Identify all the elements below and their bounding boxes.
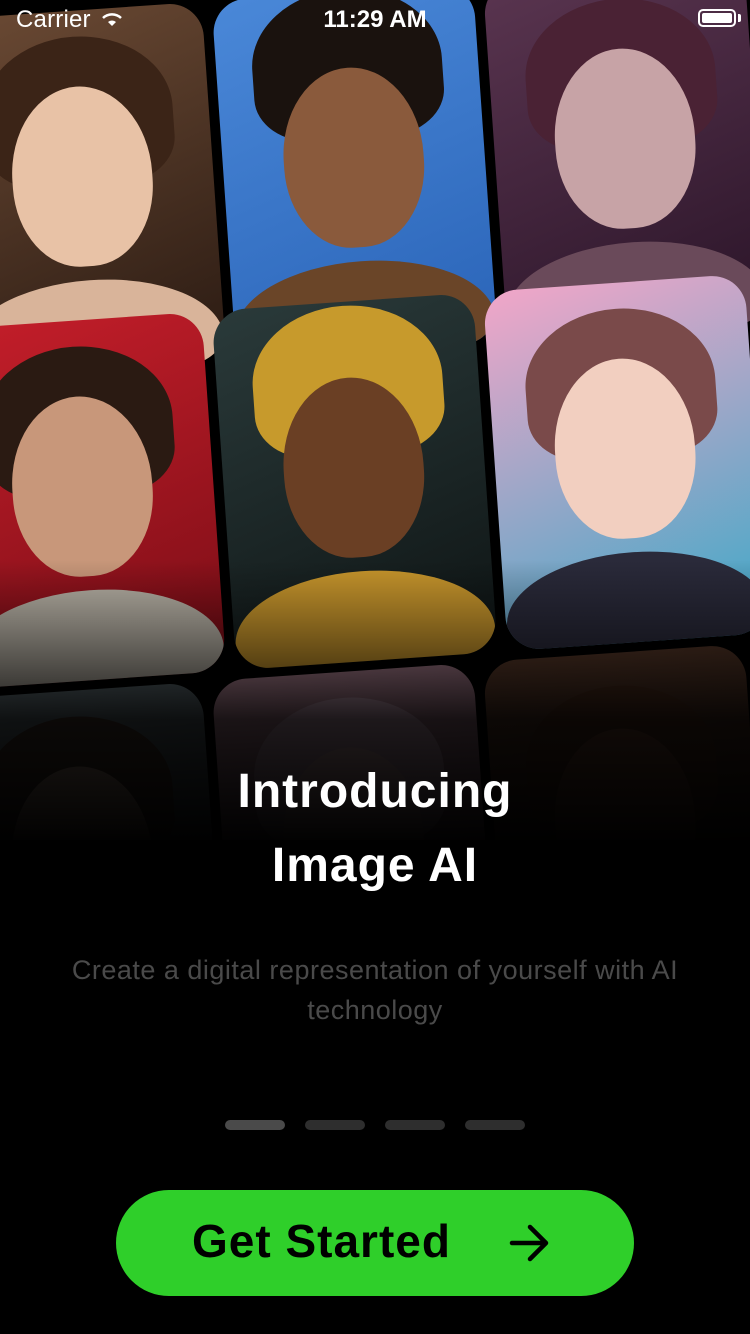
onboarding-title-line-1: Introducing — [237, 765, 513, 818]
get-started-button[interactable]: Get Started — [116, 1190, 634, 1296]
onboarding-subtitle: Create a digital representation of yours… — [71, 955, 679, 1025]
get-started-label: Get Started — [192, 1215, 451, 1267]
page-indicator-dot-1[interactable] — [225, 1120, 285, 1130]
page-indicator-dot-4[interactable] — [465, 1120, 525, 1130]
status-bar: Carrier 11:29 AM — [0, 0, 750, 40]
page-indicator-dot-3[interactable] — [385, 1120, 445, 1130]
page-indicator-dot-2[interactable] — [305, 1120, 365, 1130]
battery-nub — [738, 14, 741, 22]
battery-icon — [698, 9, 736, 27]
onboarding-title-line-2: Image AI — [271, 839, 479, 892]
arrow-right-icon — [509, 1224, 549, 1262]
status-time: 11:29 AM — [323, 6, 427, 33]
